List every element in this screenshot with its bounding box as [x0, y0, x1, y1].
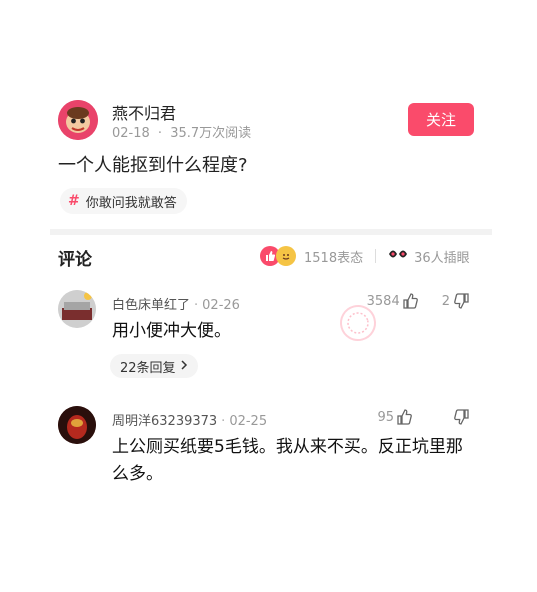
- comments-title: 评论: [58, 250, 92, 270]
- comment-actions: 3584 2: [367, 292, 470, 310]
- monkey-avatar-icon: [58, 100, 98, 140]
- reactions-count: 1518表态: [304, 250, 364, 266]
- comment-item: 周明洋63239373 · 02-25 95 上公厕买纸要5毛钱。我从来不买。反正坑…: [58, 406, 474, 496]
- user-photo-icon: [58, 406, 96, 444]
- thumb-up-icon[interactable]: [396, 408, 414, 426]
- eyes-icon: [388, 247, 408, 265]
- comments-header: 评论 1518表态 36人插眼: [58, 243, 474, 271]
- comment-date: 02-26: [202, 298, 240, 313]
- comment-item: 白色床单红了 · 02-26 3584 2 用小便冲大便。 22条回复: [58, 290, 474, 380]
- commenter-avatar[interactable]: [58, 290, 96, 328]
- thumb-down-icon[interactable]: [452, 292, 470, 310]
- post-date: 02-18: [112, 126, 150, 141]
- commenter-avatar[interactable]: [58, 406, 96, 444]
- comment-meta: 周明洋63239373 · 02-25: [112, 410, 267, 429]
- upvote-count: 3584: [366, 293, 400, 309]
- comment-actions: 95: [377, 408, 470, 426]
- post-reads: 35.7万次阅读: [170, 126, 252, 141]
- upvote-count: 95: [377, 409, 394, 425]
- comment-meta: 白色床单红了 · 02-26: [112, 294, 240, 313]
- replies-count: 22条回复: [120, 360, 176, 376]
- author-avatar[interactable]: [58, 100, 98, 140]
- meta-separator: ·: [194, 298, 199, 313]
- comment-date: 02-25: [229, 414, 268, 429]
- eyes-count: 36人插眼: [414, 250, 470, 266]
- funny-reaction-icon: [276, 246, 296, 266]
- commenter-name[interactable]: 白色床单红了: [112, 298, 190, 313]
- post-header: 燕不归君 02-18 · 35.7万次阅读 关注: [58, 100, 474, 141]
- chevron-right-icon: [180, 359, 188, 374]
- downvote-count: 2: [441, 293, 450, 309]
- comment-body: 上公厕买纸要5毛钱。我从来不买。反正坑里那么多。: [112, 437, 463, 484]
- user-photo-icon: [58, 290, 96, 328]
- comment-body: 用小便冲大便。: [112, 321, 231, 341]
- section-divider: [50, 229, 492, 235]
- author-name[interactable]: 燕不归君: [112, 100, 176, 124]
- view-replies-button[interactable]: 22条回复: [110, 354, 198, 378]
- meta-separator: ·: [157, 126, 163, 141]
- reaction-separator: [375, 249, 377, 263]
- follow-button[interactable]: 关注: [408, 103, 474, 136]
- post-meta: 02-18 · 35.7万次阅读: [112, 122, 251, 141]
- commenter-name[interactable]: 周明洋63239373: [112, 414, 217, 429]
- thumb-up-icon[interactable]: [402, 292, 420, 310]
- hash-icon: #: [68, 193, 80, 209]
- post-title: 一个人能抠到什么程度?: [58, 155, 248, 176]
- meta-separator: ·: [221, 414, 226, 429]
- reaction-summary[interactable]: 1518表态 36人插眼: [260, 246, 470, 266]
- topic-tag[interactable]: # 你敢问我就敢答: [60, 188, 187, 214]
- topic-tag-label: 你敢问我就敢答: [85, 195, 177, 211]
- thumb-down-icon[interactable]: [452, 408, 470, 426]
